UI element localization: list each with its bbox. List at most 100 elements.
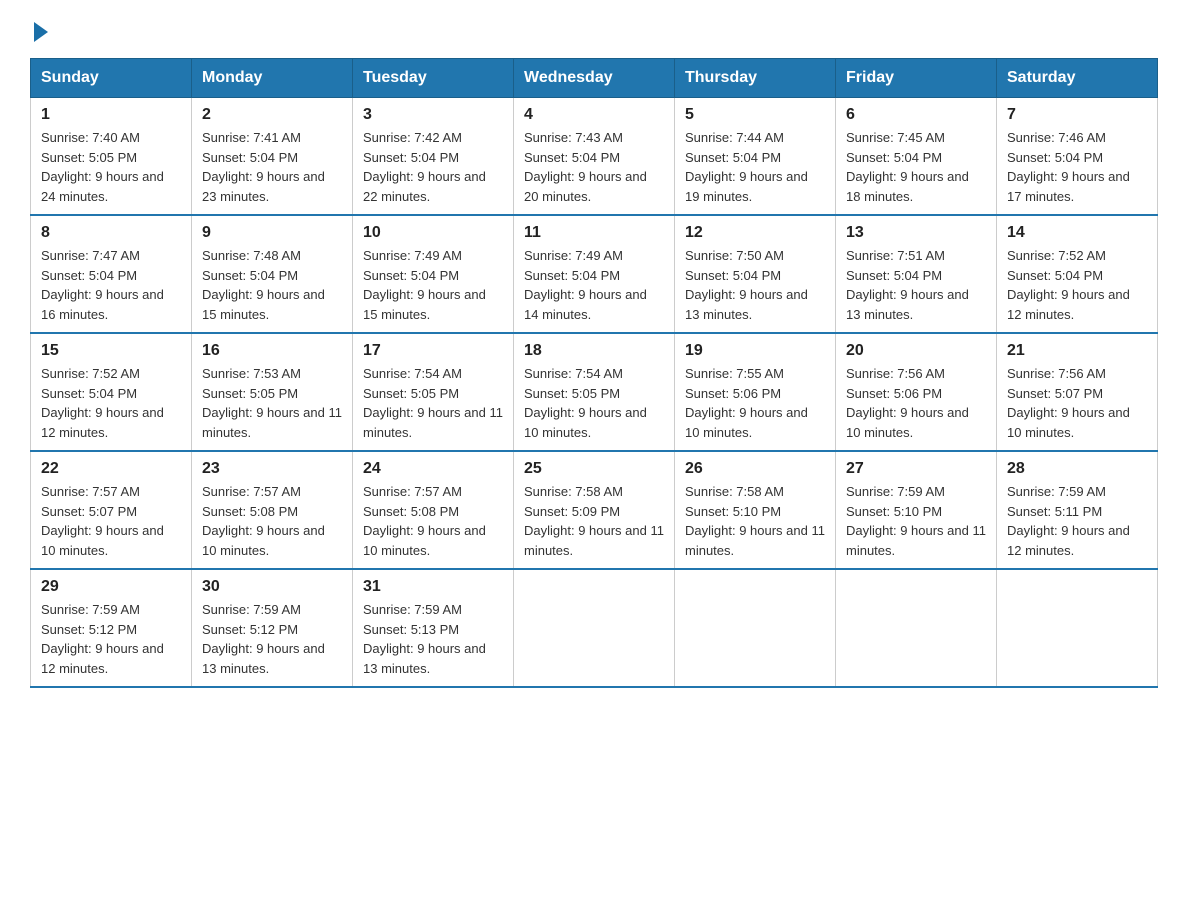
- calendar-cell: 3 Sunrise: 7:42 AMSunset: 5:04 PMDaylight…: [353, 98, 514, 216]
- day-number: 3: [363, 106, 503, 124]
- calendar-cell: [514, 569, 675, 687]
- calendar-cell: 31 Sunrise: 7:59 AMSunset: 5:13 PMDayligh…: [353, 569, 514, 687]
- day-info: Sunrise: 7:54 AMSunset: 5:05 PMDaylight:…: [363, 364, 503, 442]
- day-of-week-header: Sunday: [31, 59, 192, 98]
- day-number: 22: [41, 460, 181, 478]
- day-info: Sunrise: 7:47 AMSunset: 5:04 PMDaylight:…: [41, 246, 181, 324]
- day-info: Sunrise: 7:52 AMSunset: 5:04 PMDaylight:…: [41, 364, 181, 442]
- calendar-cell: 8 Sunrise: 7:47 AMSunset: 5:04 PMDaylight…: [31, 215, 192, 333]
- day-number: 21: [1007, 342, 1147, 360]
- calendar-cell: 30 Sunrise: 7:59 AMSunset: 5:12 PMDayligh…: [192, 569, 353, 687]
- day-number: 9: [202, 224, 342, 242]
- day-info: Sunrise: 7:46 AMSunset: 5:04 PMDaylight:…: [1007, 128, 1147, 206]
- day-of-week-header: Thursday: [675, 59, 836, 98]
- calendar-cell: 19 Sunrise: 7:55 AMSunset: 5:06 PMDayligh…: [675, 333, 836, 451]
- day-info: Sunrise: 7:44 AMSunset: 5:04 PMDaylight:…: [685, 128, 825, 206]
- calendar-cell: 9 Sunrise: 7:48 AMSunset: 5:04 PMDaylight…: [192, 215, 353, 333]
- calendar-cell: 6 Sunrise: 7:45 AMSunset: 5:04 PMDaylight…: [836, 98, 997, 216]
- day-of-week-header: Wednesday: [514, 59, 675, 98]
- calendar-cell: 1 Sunrise: 7:40 AMSunset: 5:05 PMDaylight…: [31, 98, 192, 216]
- calendar-cell: 27 Sunrise: 7:59 AMSunset: 5:10 PMDayligh…: [836, 451, 997, 569]
- day-of-week-header: Monday: [192, 59, 353, 98]
- day-number: 16: [202, 342, 342, 360]
- calendar-cell: 10 Sunrise: 7:49 AMSunset: 5:04 PMDayligh…: [353, 215, 514, 333]
- day-info: Sunrise: 7:59 AMSunset: 5:12 PMDaylight:…: [202, 600, 342, 678]
- calendar-week-row: 1 Sunrise: 7:40 AMSunset: 5:05 PMDaylight…: [31, 98, 1158, 216]
- calendar-cell: 28 Sunrise: 7:59 AMSunset: 5:11 PMDayligh…: [997, 451, 1158, 569]
- day-info: Sunrise: 7:53 AMSunset: 5:05 PMDaylight:…: [202, 364, 342, 442]
- day-number: 6: [846, 106, 986, 124]
- calendar-cell: 5Sunrise: 7:44 AMSunset: 5:04 PMDaylight…: [675, 98, 836, 216]
- calendar-cell: 4Sunrise: 7:43 AMSunset: 5:04 PMDaylight…: [514, 98, 675, 216]
- day-number: 28: [1007, 460, 1147, 478]
- calendar-cell: 16 Sunrise: 7:53 AMSunset: 5:05 PMDayligh…: [192, 333, 353, 451]
- day-info: Sunrise: 7:45 AMSunset: 5:04 PMDaylight:…: [846, 128, 986, 206]
- day-number: 29: [41, 578, 181, 596]
- day-number: 31: [363, 578, 503, 596]
- day-info: Sunrise: 7:41 AMSunset: 5:04 PMDaylight:…: [202, 128, 342, 206]
- calendar-cell: 14 Sunrise: 7:52 AMSunset: 5:04 PMDayligh…: [997, 215, 1158, 333]
- calendar-cell: 21 Sunrise: 7:56 AMSunset: 5:07 PMDayligh…: [997, 333, 1158, 451]
- day-number: 8: [41, 224, 181, 242]
- day-number: 14: [1007, 224, 1147, 242]
- logo: [30, 20, 48, 42]
- calendar-cell: 13 Sunrise: 7:51 AMSunset: 5:04 PMDayligh…: [836, 215, 997, 333]
- day-info: Sunrise: 7:50 AMSunset: 5:04 PMDaylight:…: [685, 246, 825, 324]
- day-info: Sunrise: 7:48 AMSunset: 5:04 PMDaylight:…: [202, 246, 342, 324]
- day-info: Sunrise: 7:59 AMSunset: 5:12 PMDaylight:…: [41, 600, 181, 678]
- day-info: Sunrise: 7:52 AMSunset: 5:04 PMDaylight:…: [1007, 246, 1147, 324]
- calendar-cell: 15Sunrise: 7:52 AMSunset: 5:04 PMDayligh…: [31, 333, 192, 451]
- day-info: Sunrise: 7:49 AMSunset: 5:04 PMDaylight:…: [524, 246, 664, 324]
- day-of-week-header: Saturday: [997, 59, 1158, 98]
- day-of-week-header: Tuesday: [353, 59, 514, 98]
- day-number: 7: [1007, 106, 1147, 124]
- calendar-week-row: 15Sunrise: 7:52 AMSunset: 5:04 PMDayligh…: [31, 333, 1158, 451]
- calendar-week-row: 8 Sunrise: 7:47 AMSunset: 5:04 PMDaylight…: [31, 215, 1158, 333]
- day-info: Sunrise: 7:49 AMSunset: 5:04 PMDaylight:…: [363, 246, 503, 324]
- day-info: Sunrise: 7:42 AMSunset: 5:04 PMDaylight:…: [363, 128, 503, 206]
- day-number: 30: [202, 578, 342, 596]
- day-number: 27: [846, 460, 986, 478]
- day-number: 24: [363, 460, 503, 478]
- day-info: Sunrise: 7:56 AMSunset: 5:06 PMDaylight:…: [846, 364, 986, 442]
- day-info: Sunrise: 7:51 AMSunset: 5:04 PMDaylight:…: [846, 246, 986, 324]
- day-number: 10: [363, 224, 503, 242]
- calendar-cell: 18 Sunrise: 7:54 AMSunset: 5:05 PMDayligh…: [514, 333, 675, 451]
- day-info: Sunrise: 7:56 AMSunset: 5:07 PMDaylight:…: [1007, 364, 1147, 442]
- calendar-table: SundayMondayTuesdayWednesdayThursdayFrid…: [30, 58, 1158, 688]
- day-number: 13: [846, 224, 986, 242]
- calendar-cell: 17Sunrise: 7:54 AMSunset: 5:05 PMDayligh…: [353, 333, 514, 451]
- day-number: 18: [524, 342, 664, 360]
- calendar-cell: 20 Sunrise: 7:56 AMSunset: 5:06 PMDayligh…: [836, 333, 997, 451]
- day-number: 25: [524, 460, 664, 478]
- day-info: Sunrise: 7:57 AMSunset: 5:07 PMDaylight:…: [41, 482, 181, 560]
- calendar-cell: [997, 569, 1158, 687]
- calendar-header-row: SundayMondayTuesdayWednesdayThursdayFrid…: [31, 59, 1158, 98]
- page-header: [30, 20, 1158, 42]
- day-number: 20: [846, 342, 986, 360]
- day-info: Sunrise: 7:58 AMSunset: 5:10 PMDaylight:…: [685, 482, 825, 560]
- day-info: Sunrise: 7:59 AMSunset: 5:13 PMDaylight:…: [363, 600, 503, 678]
- day-info: Sunrise: 7:58 AMSunset: 5:09 PMDaylight:…: [524, 482, 664, 560]
- day-info: Sunrise: 7:59 AMSunset: 5:11 PMDaylight:…: [1007, 482, 1147, 560]
- calendar-cell: [675, 569, 836, 687]
- calendar-week-row: 29 Sunrise: 7:59 AMSunset: 5:12 PMDayligh…: [31, 569, 1158, 687]
- calendar-cell: 25 Sunrise: 7:58 AMSunset: 5:09 PMDayligh…: [514, 451, 675, 569]
- calendar-cell: 24Sunrise: 7:57 AMSunset: 5:08 PMDayligh…: [353, 451, 514, 569]
- day-info: Sunrise: 7:40 AMSunset: 5:05 PMDaylight:…: [41, 128, 181, 206]
- calendar-cell: [836, 569, 997, 687]
- day-of-week-header: Friday: [836, 59, 997, 98]
- day-number: 2: [202, 106, 342, 124]
- day-info: Sunrise: 7:43 AMSunset: 5:04 PMDaylight:…: [524, 128, 664, 206]
- day-info: Sunrise: 7:54 AMSunset: 5:05 PMDaylight:…: [524, 364, 664, 442]
- calendar-cell: 12 Sunrise: 7:50 AMSunset: 5:04 PMDayligh…: [675, 215, 836, 333]
- day-number: 12: [685, 224, 825, 242]
- day-info: Sunrise: 7:55 AMSunset: 5:06 PMDaylight:…: [685, 364, 825, 442]
- day-number: 19: [685, 342, 825, 360]
- day-info: Sunrise: 7:59 AMSunset: 5:10 PMDaylight:…: [846, 482, 986, 560]
- day-number: 26: [685, 460, 825, 478]
- calendar-cell: 7 Sunrise: 7:46 AMSunset: 5:04 PMDaylight…: [997, 98, 1158, 216]
- calendar-cell: 29 Sunrise: 7:59 AMSunset: 5:12 PMDayligh…: [31, 569, 192, 687]
- logo-arrow-icon: [34, 22, 48, 42]
- day-number: 1: [41, 106, 181, 124]
